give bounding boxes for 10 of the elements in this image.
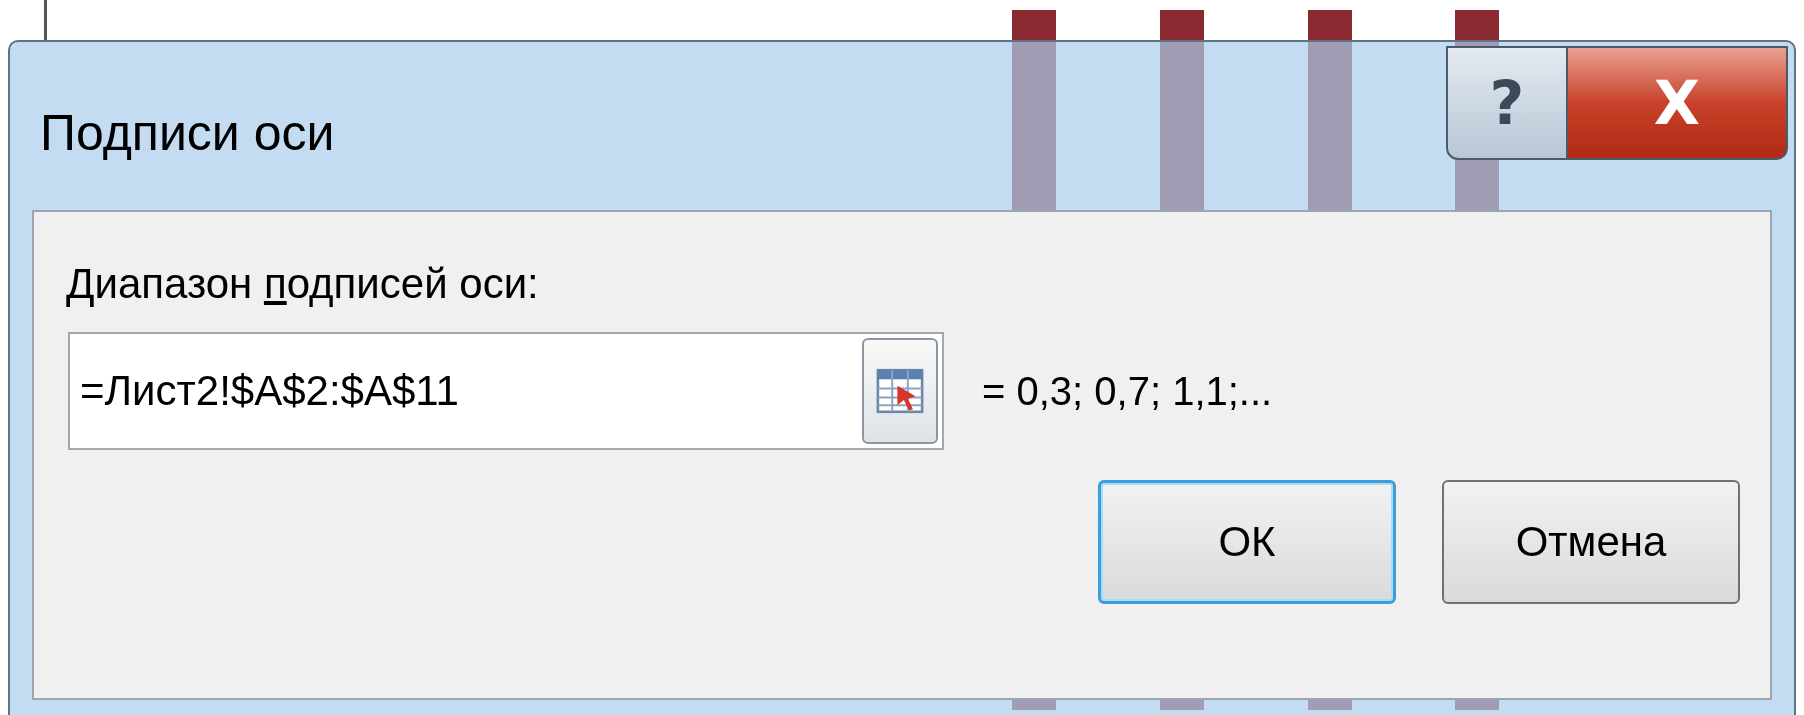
close-button[interactable]: X bbox=[1568, 46, 1788, 160]
range-field[interactable]: =Лист2!$A$2:$A$11 bbox=[68, 332, 944, 450]
axis-line bbox=[44, 0, 47, 40]
dialog-button[interactable]: ОК bbox=[1098, 480, 1396, 604]
preview-text: = 0,3; 0,7; 1,1;... bbox=[982, 368, 1273, 414]
help-button[interactable]: ? bbox=[1446, 46, 1568, 160]
field-label: Диапазон подписей оси: bbox=[66, 260, 539, 308]
dialog-button[interactable]: Отмена bbox=[1442, 480, 1740, 604]
range-select-button[interactable] bbox=[862, 338, 938, 444]
window-title: Подписи оси bbox=[40, 104, 335, 162]
